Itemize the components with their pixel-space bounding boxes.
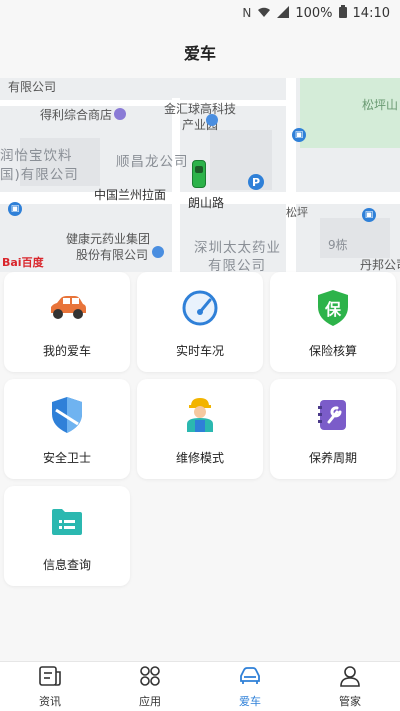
vehicle-status-button[interactable]: 实时车况 <box>137 272 263 372</box>
tab-label: 资讯 <box>39 694 61 708</box>
map-label: 金汇球高科技 <box>164 102 237 116</box>
tab-news[interactable]: 资讯 <box>0 662 100 711</box>
tab-label: 爱车 <box>239 694 261 708</box>
status-bar: N 100% 14:10 <box>0 0 400 26</box>
poi-icon <box>206 114 218 126</box>
baidu-logo: Bai百度 <box>2 256 44 269</box>
bus-stop-icon: ▣ <box>362 208 376 222</box>
map-label: 9栋 <box>328 238 348 252</box>
tab-label: 管家 <box>339 694 361 708</box>
car-tab-icon <box>238 665 262 691</box>
feature-label: 实时车况 <box>175 344 224 358</box>
page-title-text: 爱车 <box>183 44 216 63</box>
bottom-tab-bar: 资讯 应用 爱车 管家 <box>0 661 400 711</box>
map-label: 有限公司 <box>208 258 266 272</box>
map-label: 股份有限公司 <box>76 248 149 262</box>
wifi-icon <box>257 6 271 21</box>
car-location-marker[interactable] <box>192 160 206 188</box>
page-title: 爱车 <box>0 26 400 78</box>
tab-label: 应用 <box>139 694 161 708</box>
mechanic-icon <box>180 395 220 435</box>
feature-label: 保养周期 <box>308 451 357 465</box>
maintenance-book-icon <box>313 395 353 435</box>
nfc-icon: N <box>242 6 252 20</box>
map-road <box>172 98 180 272</box>
news-icon <box>38 665 62 691</box>
insurance-shield-icon: 保 <box>313 288 353 328</box>
poi-icon <box>152 246 164 258</box>
security-shield-icon <box>47 395 87 435</box>
map-label: 顺昌龙公司 <box>116 154 189 170</box>
tab-butler[interactable]: 管家 <box>300 662 400 711</box>
map-road <box>286 78 296 272</box>
insurance-glyph: 保 <box>324 300 341 319</box>
bus-stop-icon: ▣ <box>292 128 306 142</box>
security-guard-button[interactable]: 安全卫士 <box>4 379 130 479</box>
map-park-area <box>300 78 400 148</box>
feature-label: 保险核算 <box>308 344 357 358</box>
info-query-button[interactable]: 信息查询 <box>4 486 130 586</box>
my-car-button[interactable]: 我的爱车 <box>4 272 130 372</box>
road-label: 朗山路 <box>188 196 225 210</box>
tab-car[interactable]: 爱车 <box>200 662 300 711</box>
map-label: 健康元药业集团 <box>66 232 151 246</box>
user-icon <box>338 665 362 691</box>
map-label: 国)有限公司 <box>0 167 79 183</box>
shop-poi-icon <box>114 108 126 120</box>
feature-label: 我的爱车 <box>42 344 91 358</box>
map-view[interactable]: 有限公司 得利综合商店 金汇球高科技 产业园 松坪山 润怡宝饮料 国)有限公司 … <box>0 78 400 272</box>
feature-label: 安全卫士 <box>42 451 91 465</box>
insurance-button[interactable]: 保 保险核算 <box>270 272 396 372</box>
bus-stop-icon: ▣ <box>8 202 22 216</box>
clock: 14:10 <box>352 5 390 21</box>
tab-apps[interactable]: 应用 <box>100 662 200 711</box>
map-label: 中国兰州拉面 <box>94 188 167 202</box>
repair-mode-button[interactable]: 维修模式 <box>137 379 263 479</box>
feature-label: 信息查询 <box>42 558 91 572</box>
speedometer-icon <box>180 288 220 328</box>
battery-icon <box>338 5 347 21</box>
map-label: 深圳太太药业 <box>194 240 281 256</box>
battery-text: 100% <box>295 5 333 21</box>
map-label: 得利综合商店 <box>40 108 113 122</box>
parking-icon: P <box>248 174 264 190</box>
signal-icon <box>277 5 290 21</box>
road-label: 松坪 <box>286 206 308 219</box>
map-label: 润怡宝饮料 <box>0 148 73 164</box>
apps-icon <box>138 665 162 691</box>
folder-icon <box>47 502 87 542</box>
map-label: 有限公司 <box>8 80 57 94</box>
feature-label: 维修模式 <box>175 451 224 465</box>
map-label: 松坪山 <box>362 98 399 112</box>
car-icon <box>47 288 87 328</box>
map-label: 丹邦公司 <box>360 258 400 272</box>
maintenance-cycle-button[interactable]: 保养周期 <box>270 379 396 479</box>
